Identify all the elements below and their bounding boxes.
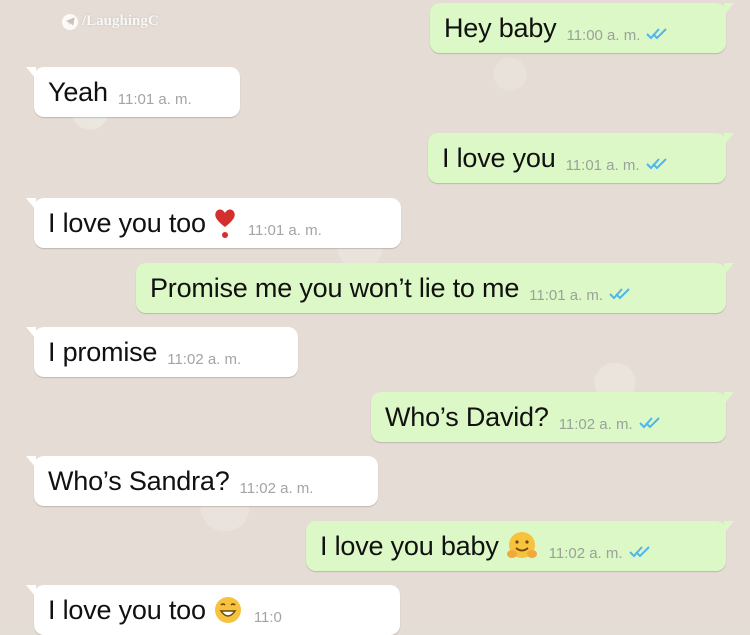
watermark-text: /LaughingC <box>82 13 159 29</box>
message-time: 11:01 a. m. <box>117 90 192 108</box>
message-text: I promise <box>48 336 158 367</box>
hugging-face-icon <box>505 530 539 562</box>
message-time: 11:02 a. m. <box>239 479 314 497</box>
message-text: I love you <box>442 142 556 173</box>
message-bubble-outgoing[interactable]: Promise me you won’t lie to me 11:01 a. … <box>136 263 734 313</box>
message-bubble-incoming[interactable]: I love you too 11:0 <box>26 585 400 635</box>
red-exclamation-heart-icon <box>212 207 238 239</box>
message-bubble-outgoing[interactable]: I love you baby 11:02 a. m. <box>306 521 734 571</box>
message-text: Who’s David? <box>385 401 549 432</box>
message-bubble-outgoing[interactable]: Who’s David? 11:02 a. m. <box>371 392 734 442</box>
message-bubble-outgoing[interactable]: I love you 11:01 a. m. <box>428 133 734 183</box>
watermark: /LaughingC <box>62 13 159 30</box>
double-check-read-icon <box>609 288 631 300</box>
message-bubble-incoming[interactable]: Yeah 11:01 a. m. <box>26 67 240 117</box>
double-check-read-icon <box>628 546 651 558</box>
message-time: 11:02 a. m. <box>558 415 633 433</box>
telegram-icon <box>62 13 78 30</box>
message-text: Promise me you won’t lie to me <box>150 272 520 303</box>
message-time: 11:0 <box>253 608 282 626</box>
double-check-read-icon <box>645 158 668 170</box>
message-text: I love you too <box>48 594 206 625</box>
message-time: 11:00 a. m. <box>566 26 641 44</box>
message-text: Hey baby <box>444 12 557 43</box>
message-bubble-incoming[interactable]: I love you too 11:01 a. m. <box>26 198 401 248</box>
message-time: 11:02 a. m. <box>167 350 242 368</box>
grinning-face-icon <box>212 594 244 626</box>
message-text: Yeah <box>48 76 108 107</box>
message-text: I love you baby <box>320 530 499 561</box>
message-bubble-incoming[interactable]: I promise 11:02 a. m. <box>26 327 298 377</box>
message-bubble-incoming[interactable]: Who’s Sandra? 11:02 a. m. <box>26 456 378 506</box>
message-time: 11:01 a. m. <box>565 156 640 174</box>
message-time: 11:01 a. m. <box>247 221 322 239</box>
message-time: 11:01 a. m. <box>529 286 604 304</box>
message-bubble-outgoing[interactable]: Hey baby 11:00 a. m. <box>430 3 734 53</box>
double-check-read-icon <box>638 417 661 429</box>
message-time: 11:02 a. m. <box>548 544 623 562</box>
message-text: I love you too <box>48 207 206 238</box>
double-check-read-icon <box>646 28 668 40</box>
message-text: Who’s Sandra? <box>48 465 230 496</box>
